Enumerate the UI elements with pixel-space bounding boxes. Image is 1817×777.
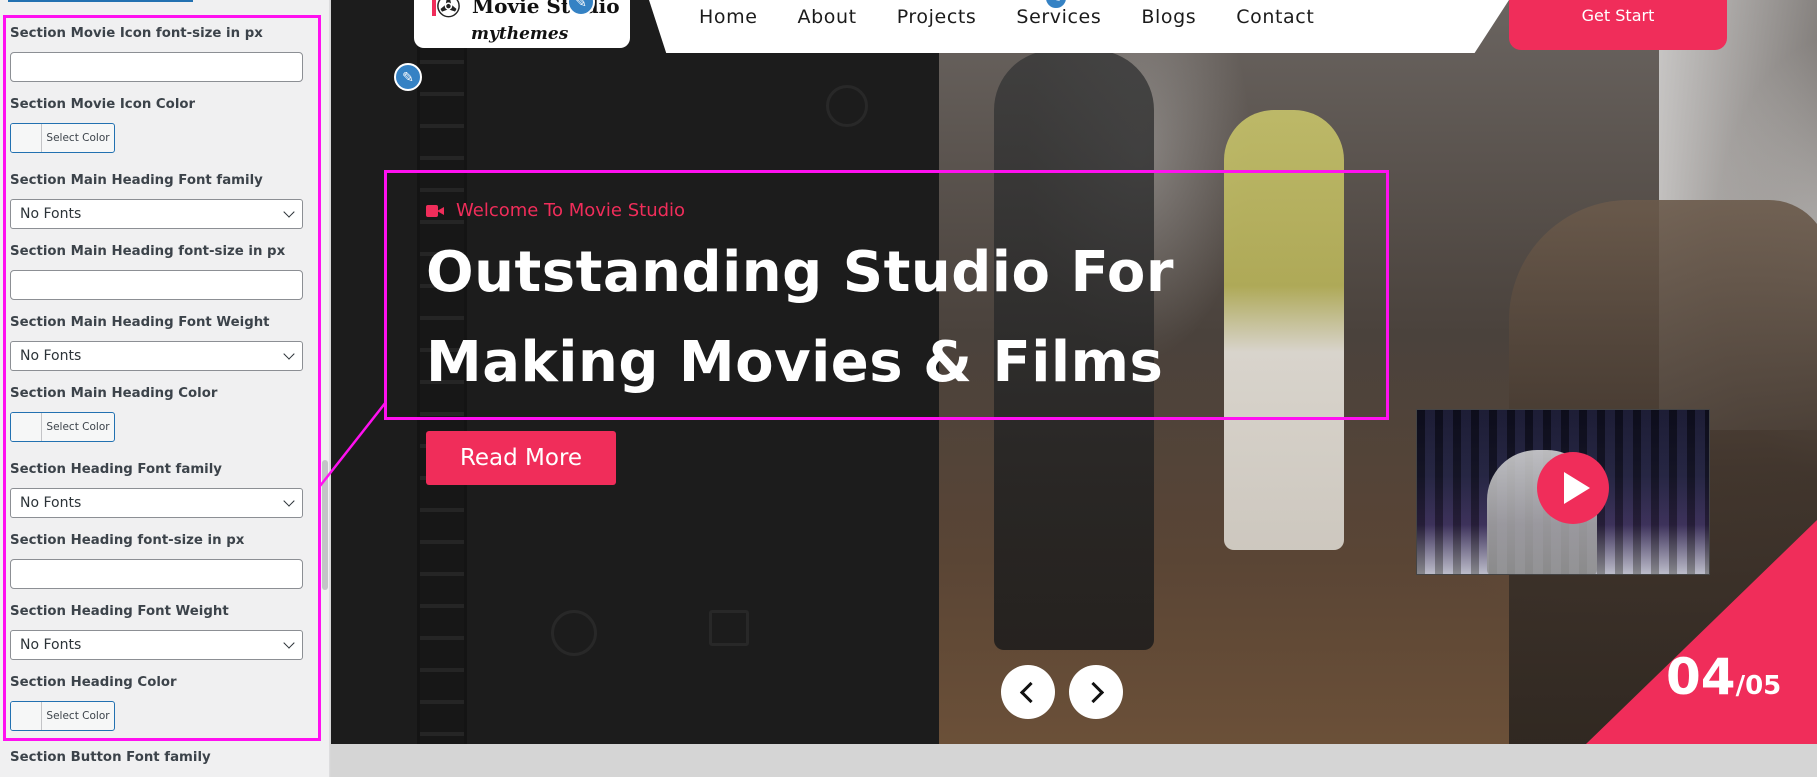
heading-font-family-field: Section Heading Font family No Fonts xyxy=(10,461,303,518)
nav-about[interactable]: About xyxy=(798,6,857,28)
heading-font-size-input[interactable] xyxy=(10,559,303,589)
edit-shortcut-icon[interactable]: ✎ xyxy=(394,63,422,91)
hero-slider: ✇ Movie Studio mythemes ✎ Home About Pro… xyxy=(331,0,1817,744)
chevron-down-icon xyxy=(283,206,295,218)
play-icon[interactable] xyxy=(1537,452,1609,524)
circle-decoration-icon xyxy=(551,610,597,656)
circle-decoration-icon xyxy=(826,85,868,127)
field-label: Section Main Heading Color xyxy=(10,386,218,401)
film-reel-icon: ✇ xyxy=(436,0,462,24)
color-swatch xyxy=(11,413,42,441)
video-thumbnail[interactable] xyxy=(1416,409,1710,575)
read-more-button[interactable]: Read More xyxy=(426,431,616,485)
color-swatch xyxy=(11,702,42,730)
field-label: Section Heading Font Weight xyxy=(10,604,229,619)
main-heading-font-size-input[interactable] xyxy=(10,270,303,300)
nav-blogs[interactable]: Blogs xyxy=(1141,6,1196,28)
button-font-family-field: Section Button Font family xyxy=(10,749,303,767)
heading-font-family-select[interactable]: No Fonts xyxy=(10,488,303,518)
hero-highlight-box xyxy=(384,170,1389,420)
nav-projects[interactable]: Projects xyxy=(897,6,977,28)
heading-color-field: Section Heading Color Select Color xyxy=(10,674,303,731)
color-swatch xyxy=(11,124,42,152)
movie-icon-color-button[interactable]: Select Color xyxy=(10,123,115,153)
field-label: Section Heading font-size in px xyxy=(10,533,245,548)
movie-icon-color-field: Section Movie Icon Color Select Color xyxy=(10,96,303,153)
select-color-label: Select Color xyxy=(46,421,110,433)
field-label: Section Button Font family xyxy=(10,750,211,765)
select-color-label: Select Color xyxy=(46,710,110,722)
slide-total: /05 xyxy=(1735,671,1782,701)
select-value: No Fonts xyxy=(20,637,82,653)
main-heading-color-button[interactable]: Select Color xyxy=(10,412,115,442)
nav-home[interactable]: Home xyxy=(699,6,758,28)
heading-font-size-field: Section Heading font-size in px xyxy=(10,532,303,589)
slider-prev-button[interactable] xyxy=(1001,665,1055,719)
main-heading-font-weight-field: Section Main Heading Font Weight No Font… xyxy=(10,314,303,371)
main-heading-font-family-field: Section Main Heading Font family No Font… xyxy=(10,172,303,229)
select-color-label: Select Color xyxy=(46,132,110,144)
main-heading-font-weight-select[interactable]: No Fonts xyxy=(10,341,303,371)
movie-icon-font-size-input[interactable] xyxy=(10,52,303,82)
highlight-connector-line xyxy=(319,401,387,487)
field-label: Section Heading Font family xyxy=(10,462,222,477)
panel-top-bar xyxy=(8,0,193,2)
main-heading-font-family-select[interactable]: No Fonts xyxy=(10,199,303,229)
slide-current: 04 xyxy=(1666,648,1736,706)
nav-contact[interactable]: Contact xyxy=(1236,6,1314,28)
main-heading-font-size-field: Section Main Heading font-size in px xyxy=(10,243,303,300)
customizer-panel: Section Movie Icon font-size in px Secti… xyxy=(0,0,330,777)
site-preview: ✇ Movie Studio mythemes ✎ Home About Pro… xyxy=(331,0,1817,777)
select-value: No Fonts xyxy=(20,348,82,364)
field-label: Section Heading Color xyxy=(10,675,177,690)
select-value: No Fonts xyxy=(20,206,82,222)
get-start-button[interactable]: Get Start xyxy=(1509,0,1727,50)
movie-icon-font-size-field: Section Movie Icon font-size in px xyxy=(10,25,303,82)
chevron-down-icon xyxy=(283,637,295,649)
logo-name: Movie Studio xyxy=(472,0,620,18)
main-heading-color-field: Section Main Heading Color Select Color xyxy=(10,385,303,442)
clapper-decoration-icon xyxy=(709,610,749,646)
main-navigation: Home About Projects Services Blogs Conta… xyxy=(649,0,1509,53)
slider-next-button[interactable] xyxy=(1069,665,1123,719)
field-label: Section Main Heading Font Weight xyxy=(10,315,270,330)
field-label: Section Main Heading Font family xyxy=(10,173,263,188)
field-label: Section Main Heading font-size in px xyxy=(10,244,286,259)
field-label: Section Movie Icon font-size in px xyxy=(10,26,263,41)
select-value: No Fonts xyxy=(20,495,82,511)
heading-font-weight-field: Section Heading Font Weight No Fonts xyxy=(10,603,303,660)
logo-tagline: mythemes xyxy=(471,24,569,44)
slide-counter: 04/05 xyxy=(1666,648,1781,706)
heading-color-button[interactable]: Select Color xyxy=(10,701,115,731)
field-label: Section Movie Icon Color xyxy=(10,97,196,112)
chevron-down-icon xyxy=(283,348,295,360)
chevron-down-icon xyxy=(283,495,295,507)
site-logo[interactable]: ✇ Movie Studio mythemes xyxy=(414,0,630,48)
heading-font-weight-select[interactable]: No Fonts xyxy=(10,630,303,660)
